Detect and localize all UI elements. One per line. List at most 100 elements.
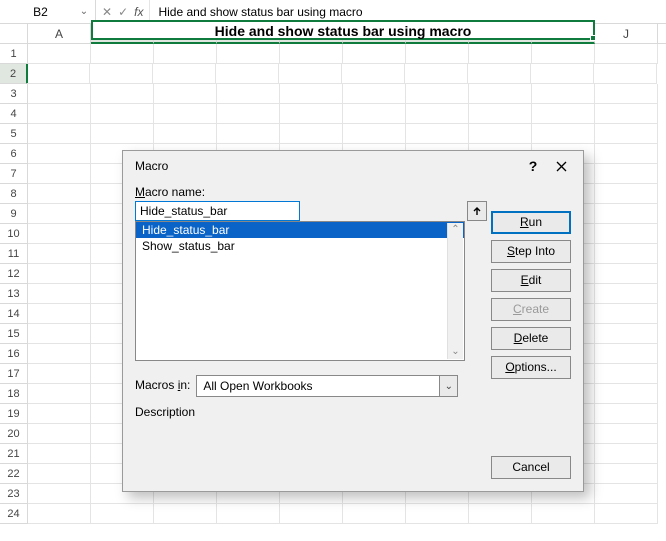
macros-in-select[interactable]: All Open Workbooks ⌄ bbox=[196, 375, 458, 397]
cell[interactable] bbox=[595, 484, 658, 504]
cell[interactable] bbox=[28, 144, 91, 164]
cell[interactable] bbox=[343, 44, 406, 64]
cell[interactable] bbox=[406, 504, 469, 524]
chevron-down-icon[interactable]: ⌄ bbox=[440, 375, 458, 397]
options-button[interactable]: Options... bbox=[491, 356, 571, 379]
col-head[interactable]: A bbox=[28, 24, 91, 43]
row-head[interactable]: 21 bbox=[0, 444, 28, 464]
cell[interactable] bbox=[531, 64, 594, 84]
scrollbar[interactable]: ⌃ ⌄ bbox=[447, 223, 463, 359]
cell[interactable] bbox=[595, 204, 658, 224]
cell[interactable] bbox=[279, 64, 342, 84]
row-head[interactable]: 18 bbox=[0, 384, 28, 404]
cell[interactable] bbox=[27, 64, 90, 84]
cell[interactable] bbox=[595, 304, 658, 324]
cell[interactable] bbox=[469, 504, 532, 524]
cell[interactable] bbox=[28, 404, 91, 424]
list-item[interactable]: Hide_status_bar bbox=[136, 222, 464, 238]
merged-title-cell[interactable]: Hide and show status bar using macro bbox=[91, 20, 595, 40]
cell[interactable] bbox=[28, 184, 91, 204]
row-head[interactable]: 5 bbox=[0, 124, 28, 144]
cell[interactable] bbox=[154, 84, 217, 104]
cell[interactable] bbox=[595, 404, 658, 424]
cell[interactable] bbox=[28, 364, 91, 384]
cell[interactable] bbox=[216, 64, 279, 84]
cancel-button[interactable]: Cancel bbox=[491, 456, 571, 479]
row-head[interactable]: 2 bbox=[0, 64, 28, 84]
name-box[interactable]: B2 ⌄ bbox=[0, 0, 96, 23]
insert-function-icon[interactable]: fx bbox=[134, 5, 143, 19]
row-head[interactable]: 15 bbox=[0, 324, 28, 344]
row-head[interactable]: 22 bbox=[0, 464, 28, 484]
edit-button[interactable]: Edit bbox=[491, 269, 571, 292]
row-head[interactable]: 24 bbox=[0, 504, 28, 524]
cell[interactable] bbox=[217, 84, 280, 104]
cell[interactable] bbox=[468, 64, 531, 84]
cell[interactable] bbox=[28, 264, 91, 284]
cell[interactable] bbox=[154, 44, 217, 64]
cancel-formula-icon[interactable]: ✕ bbox=[102, 5, 112, 19]
row-head[interactable]: 1 bbox=[0, 44, 28, 64]
row-head[interactable]: 9 bbox=[0, 204, 28, 224]
cell[interactable] bbox=[406, 84, 469, 104]
cell[interactable] bbox=[154, 124, 217, 144]
cell[interactable] bbox=[343, 84, 406, 104]
cell[interactable] bbox=[28, 384, 91, 404]
cell[interactable] bbox=[91, 104, 154, 124]
cell[interactable] bbox=[91, 124, 154, 144]
cell[interactable] bbox=[91, 44, 154, 64]
delete-button[interactable]: Delete bbox=[491, 327, 571, 350]
cell[interactable] bbox=[153, 64, 216, 84]
cell[interactable] bbox=[217, 104, 280, 124]
cell[interactable] bbox=[532, 84, 595, 104]
cell[interactable] bbox=[532, 104, 595, 124]
cell[interactable] bbox=[406, 124, 469, 144]
row-head[interactable]: 12 bbox=[0, 264, 28, 284]
cell[interactable] bbox=[28, 444, 91, 464]
cell[interactable] bbox=[595, 164, 658, 184]
cell[interactable] bbox=[595, 424, 658, 444]
enter-formula-icon[interactable]: ✓ bbox=[118, 5, 128, 19]
cell[interactable] bbox=[343, 104, 406, 124]
row-head[interactable]: 14 bbox=[0, 304, 28, 324]
cell[interactable] bbox=[595, 84, 658, 104]
cell[interactable] bbox=[595, 44, 658, 64]
cell[interactable] bbox=[595, 464, 658, 484]
cell[interactable] bbox=[595, 284, 658, 304]
cell[interactable] bbox=[406, 44, 469, 64]
cell[interactable] bbox=[595, 144, 658, 164]
cell[interactable] bbox=[280, 124, 343, 144]
cell[interactable] bbox=[595, 364, 658, 384]
cell[interactable] bbox=[595, 324, 658, 344]
cell[interactable] bbox=[28, 424, 91, 444]
selection-handle[interactable] bbox=[590, 35, 596, 41]
cell[interactable] bbox=[28, 224, 91, 244]
cell[interactable] bbox=[595, 504, 658, 524]
row-head[interactable]: 10 bbox=[0, 224, 28, 244]
cell[interactable] bbox=[154, 504, 217, 524]
list-item[interactable]: Show_status_bar bbox=[136, 238, 464, 254]
macro-list[interactable]: Hide_status_bar Show_status_bar ⌃ ⌄ bbox=[135, 221, 465, 361]
row-head[interactable]: 7 bbox=[0, 164, 28, 184]
cell[interactable] bbox=[28, 284, 91, 304]
row-head[interactable]: 8 bbox=[0, 184, 28, 204]
cell[interactable] bbox=[469, 124, 532, 144]
cell[interactable] bbox=[217, 124, 280, 144]
formula-input[interactable]: Hide and show status bar using macro bbox=[150, 5, 666, 19]
cell[interactable] bbox=[28, 124, 91, 144]
cell[interactable] bbox=[28, 84, 91, 104]
row-head[interactable]: 3 bbox=[0, 84, 28, 104]
row-head[interactable]: 11 bbox=[0, 244, 28, 264]
cell[interactable] bbox=[90, 64, 153, 84]
cell[interactable] bbox=[595, 344, 658, 364]
row-head[interactable]: 6 bbox=[0, 144, 28, 164]
cell[interactable] bbox=[28, 244, 91, 264]
cell[interactable] bbox=[595, 384, 658, 404]
row-head[interactable]: 13 bbox=[0, 284, 28, 304]
select-all-corner[interactable] bbox=[0, 24, 28, 43]
row-head[interactable]: 17 bbox=[0, 364, 28, 384]
cell[interactable] bbox=[595, 244, 658, 264]
cell[interactable] bbox=[595, 124, 658, 144]
cell[interactable] bbox=[469, 104, 532, 124]
close-icon[interactable] bbox=[547, 154, 575, 178]
